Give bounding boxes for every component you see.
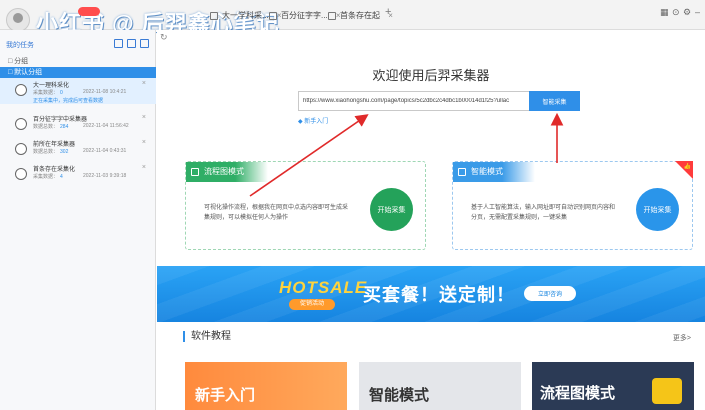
hotsale-subtitle: 促销活动 bbox=[289, 299, 335, 310]
task-item[interactable]: 前所在年采集器 数据总数： 302 2022-11-04 0:43:31 × bbox=[0, 137, 156, 163]
tutorial-label: 流程图模式 bbox=[540, 385, 616, 402]
promo-banner[interactable]: HOTSALE 促销活动 买套餐！送定制！ 立即咨询 bbox=[157, 266, 705, 322]
card-header: 流程图模式 bbox=[186, 162, 268, 182]
page-icon bbox=[269, 12, 277, 20]
card-title: 流程图模式 bbox=[204, 167, 244, 176]
task-time: 2022-11-03 9:39:18 bbox=[83, 173, 127, 179]
task-time: 2022-11-04 11:56:42 bbox=[83, 123, 129, 129]
minimize-icon[interactable]: – bbox=[695, 7, 700, 17]
robot-icon bbox=[15, 84, 27, 96]
avatar[interactable] bbox=[6, 8, 30, 32]
start-collect-button[interactable]: 开始采集 bbox=[636, 188, 679, 231]
task-item[interactable]: 首条存在采集化 采集数据： 4 2022-11-03 9:39:18 × bbox=[0, 162, 156, 188]
flowchart-icon bbox=[191, 168, 199, 176]
flowchart-mode-card: 流程图模式 可视化操作流程，根据我在网页中点选内容即可生成采集规则，可以模拟任何… bbox=[185, 161, 426, 250]
add-tab-icon[interactable]: + bbox=[385, 6, 391, 18]
tutorial-card-flowchart[interactable]: 流程图模式 bbox=[532, 362, 694, 410]
export-icon[interactable] bbox=[140, 39, 149, 48]
tutorial-card-smart[interactable]: 智能模式 bbox=[359, 362, 521, 410]
hotsale-logo: HOTSALE bbox=[279, 278, 368, 297]
puzzle-icon bbox=[652, 378, 682, 404]
clock-icon[interactable]: ⊙ bbox=[672, 7, 680, 18]
task-name: 百分征字字中采集器 bbox=[33, 117, 88, 123]
card-description: 可视化操作流程，根据我在网页中点选内容即可生成采集规则，可以模拟任何人为操作 bbox=[204, 205, 349, 221]
task-name: 大一理科采化 bbox=[33, 83, 70, 89]
tab-label: 首条存在起 bbox=[340, 11, 380, 20]
banner-title: 买套餐！送定制！ bbox=[363, 285, 515, 305]
task-meta: 数据总数： 284 bbox=[33, 124, 69, 130]
robot-icon bbox=[15, 118, 27, 130]
gear-icon[interactable]: ⚙ bbox=[683, 7, 691, 18]
task-item[interactable]: 百分征字字中采集器 数据总数： 284 2022-11-04 11:56:42 × bbox=[0, 112, 156, 138]
card-description: 基于人工智能算法，输入网址即可自动识别网页内容和分页，无需配置采集规则，一键采集 bbox=[471, 205, 616, 221]
task-meta: 采集数据： 4 bbox=[33, 174, 63, 180]
tutorial-card-newbie[interactable]: 新手入门 bbox=[185, 362, 347, 410]
tab-label: 大一学科采... bbox=[222, 11, 269, 20]
task-name: 首条存在采集化 bbox=[33, 167, 76, 173]
sidebar: 我的任务 □ 分组 □ 默认分组 大一理科采化 采集数据： 0 2022-11-0… bbox=[0, 30, 156, 410]
sidebar-header: 我的任务 bbox=[0, 38, 156, 52]
refresh-icon[interactable]: ↻ bbox=[160, 32, 168, 43]
welcome-title: 欢迎使用后羿采集器 bbox=[372, 68, 490, 83]
url-input[interactable] bbox=[298, 91, 530, 111]
import-icon[interactable] bbox=[127, 39, 136, 48]
newbie-guide-link[interactable]: ◆ 新手入门 bbox=[298, 116, 328, 125]
task-meta: 采集数据： 0 bbox=[33, 90, 63, 96]
thumb-up-icon: 👍 bbox=[683, 164, 691, 170]
sidebar-title: 我的任务 bbox=[6, 42, 34, 49]
tutorial-label: 新手入门 bbox=[195, 387, 256, 404]
add-icon[interactable] bbox=[114, 39, 123, 48]
close-icon[interactable]: × bbox=[142, 80, 146, 87]
close-icon[interactable]: × bbox=[142, 164, 146, 171]
title-bar: 小红书 @ 后羿鑫心笔记 大一学科采... × 百分征字字... × 首条存在起… bbox=[0, 0, 705, 36]
robot-icon bbox=[15, 168, 27, 180]
tutorial-label: 智能模式 bbox=[369, 387, 430, 404]
robot-icon bbox=[15, 143, 27, 155]
consult-button[interactable]: 立即咨询 bbox=[524, 286, 576, 301]
close-icon[interactable]: × bbox=[142, 114, 146, 121]
page-icon bbox=[328, 12, 336, 20]
task-status: 正在采集中，完成后可查看数据 bbox=[33, 98, 104, 104]
task-meta: 数据总数： 302 bbox=[33, 149, 69, 155]
menu-icon[interactable]: ▦ bbox=[660, 7, 669, 18]
card-title: 智能模式 bbox=[471, 167, 503, 176]
more-link[interactable]: 更多> bbox=[673, 333, 691, 343]
smart-mode-card: 智能模式 基于人工智能算法，输入网址即可自动识别网页内容和分页，无需配置采集规则… bbox=[452, 161, 693, 250]
vip-badge bbox=[78, 7, 100, 16]
page-icon bbox=[210, 12, 218, 20]
tab-3[interactable]: 首条存在起 × bbox=[326, 7, 393, 25]
task-time: 2022-11-08 10:4:21 bbox=[83, 89, 127, 95]
group-item[interactable]: □ 分组 bbox=[0, 56, 156, 67]
task-name: 前所在年采集器 bbox=[33, 142, 76, 148]
smart-collect-button[interactable]: 智能采集 bbox=[529, 91, 580, 111]
tutorial-section-title: 软件教程 bbox=[183, 331, 231, 342]
card-header: 智能模式 bbox=[453, 162, 535, 182]
group-item-default[interactable]: □ 默认分组 bbox=[0, 67, 156, 78]
task-time: 2022-11-04 0:43:31 bbox=[83, 148, 127, 154]
task-item[interactable]: 大一理科采化 采集数据： 0 2022-11-08 10:4:21 × 正在采集中… bbox=[0, 78, 156, 104]
close-icon[interactable]: × bbox=[142, 139, 146, 146]
smart-icon bbox=[458, 168, 466, 176]
start-collect-button[interactable]: 开始采集 bbox=[370, 188, 413, 231]
main-panel: ↻ 欢迎使用后羿采集器 智能采集 ◆ 新手入门 流程图模式 可视化操作流程，根据… bbox=[157, 30, 705, 410]
tab-label: 百分征字字... bbox=[281, 11, 328, 20]
